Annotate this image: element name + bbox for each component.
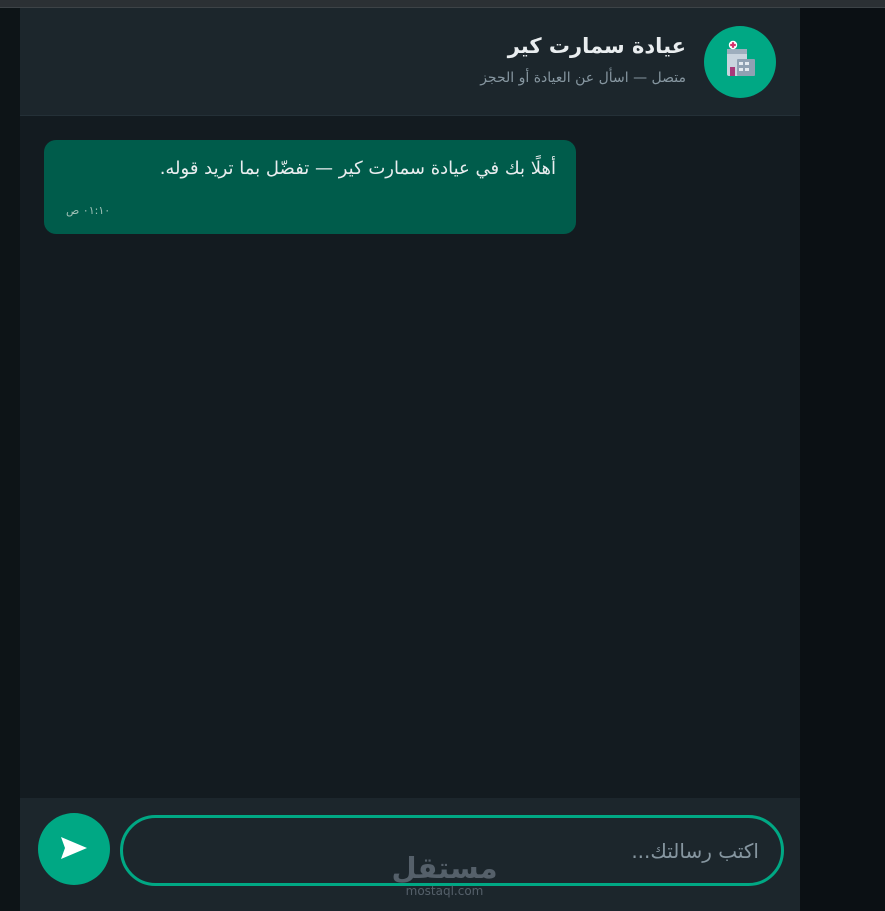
send-icon (60, 836, 88, 863)
left-gutter (0, 8, 20, 911)
composer-bar: مستقل mostaql.com (20, 798, 800, 911)
chat-title: عيادة سمارت كير (507, 34, 686, 58)
watermark-latin: mostaql.com (405, 884, 484, 898)
message-input[interactable] (123, 818, 781, 883)
right-gutter (800, 8, 885, 911)
avatar[interactable] (704, 26, 776, 98)
message-bubble: أهلًا بك في عيادة سمارت كير — تفضّل بما … (44, 140, 576, 234)
clinic-building-icon (723, 40, 757, 84)
send-button[interactable] (38, 813, 110, 885)
chat-window: عيادة سمارت كير متصل — اسأل عن العيادة أ… (20, 8, 800, 911)
chat-status: متصل — اسأل عن العيادة أو الحجز (480, 70, 686, 86)
message-time: ٠١:١٠ ص (66, 204, 111, 217)
message-list[interactable]: أهلًا بك في عيادة سمارت كير — تفضّل بما … (20, 116, 800, 798)
message-text: أهلًا بك في عيادة سمارت كير — تفضّل بما … (159, 158, 556, 179)
browser-top-bar (0, 0, 885, 8)
chat-header: عيادة سمارت كير متصل — اسأل عن العيادة أ… (20, 8, 800, 116)
message-input-wrapper: مستقل mostaql.com (120, 815, 784, 897)
